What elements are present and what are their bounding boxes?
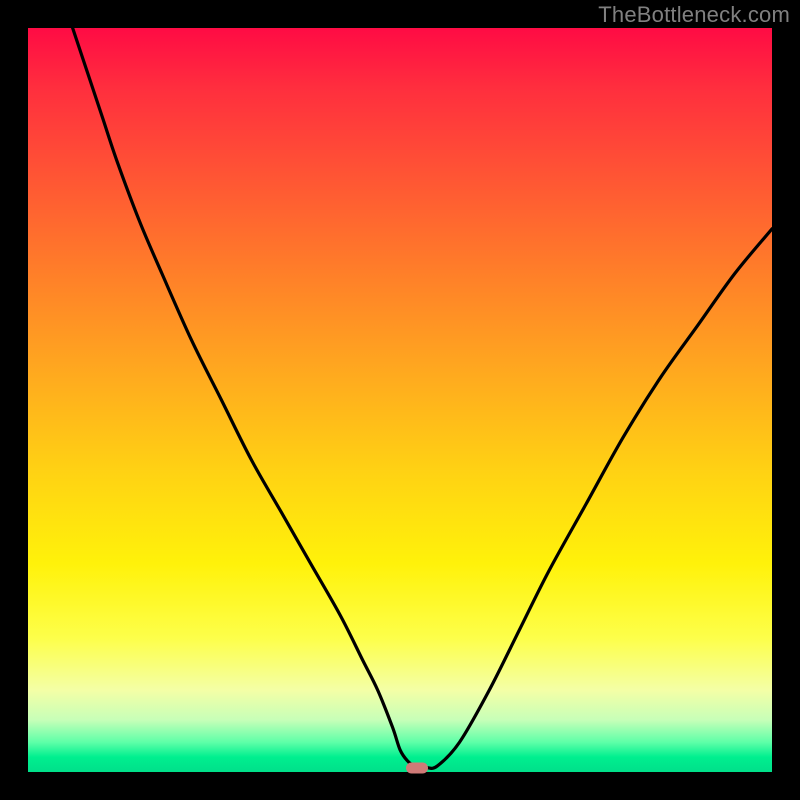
watermark-text: TheBottleneck.com [598, 2, 790, 28]
optimum-marker [406, 762, 428, 773]
bottleneck-curve [28, 28, 772, 772]
chart-frame: TheBottleneck.com [0, 0, 800, 800]
plot-area [28, 28, 772, 772]
